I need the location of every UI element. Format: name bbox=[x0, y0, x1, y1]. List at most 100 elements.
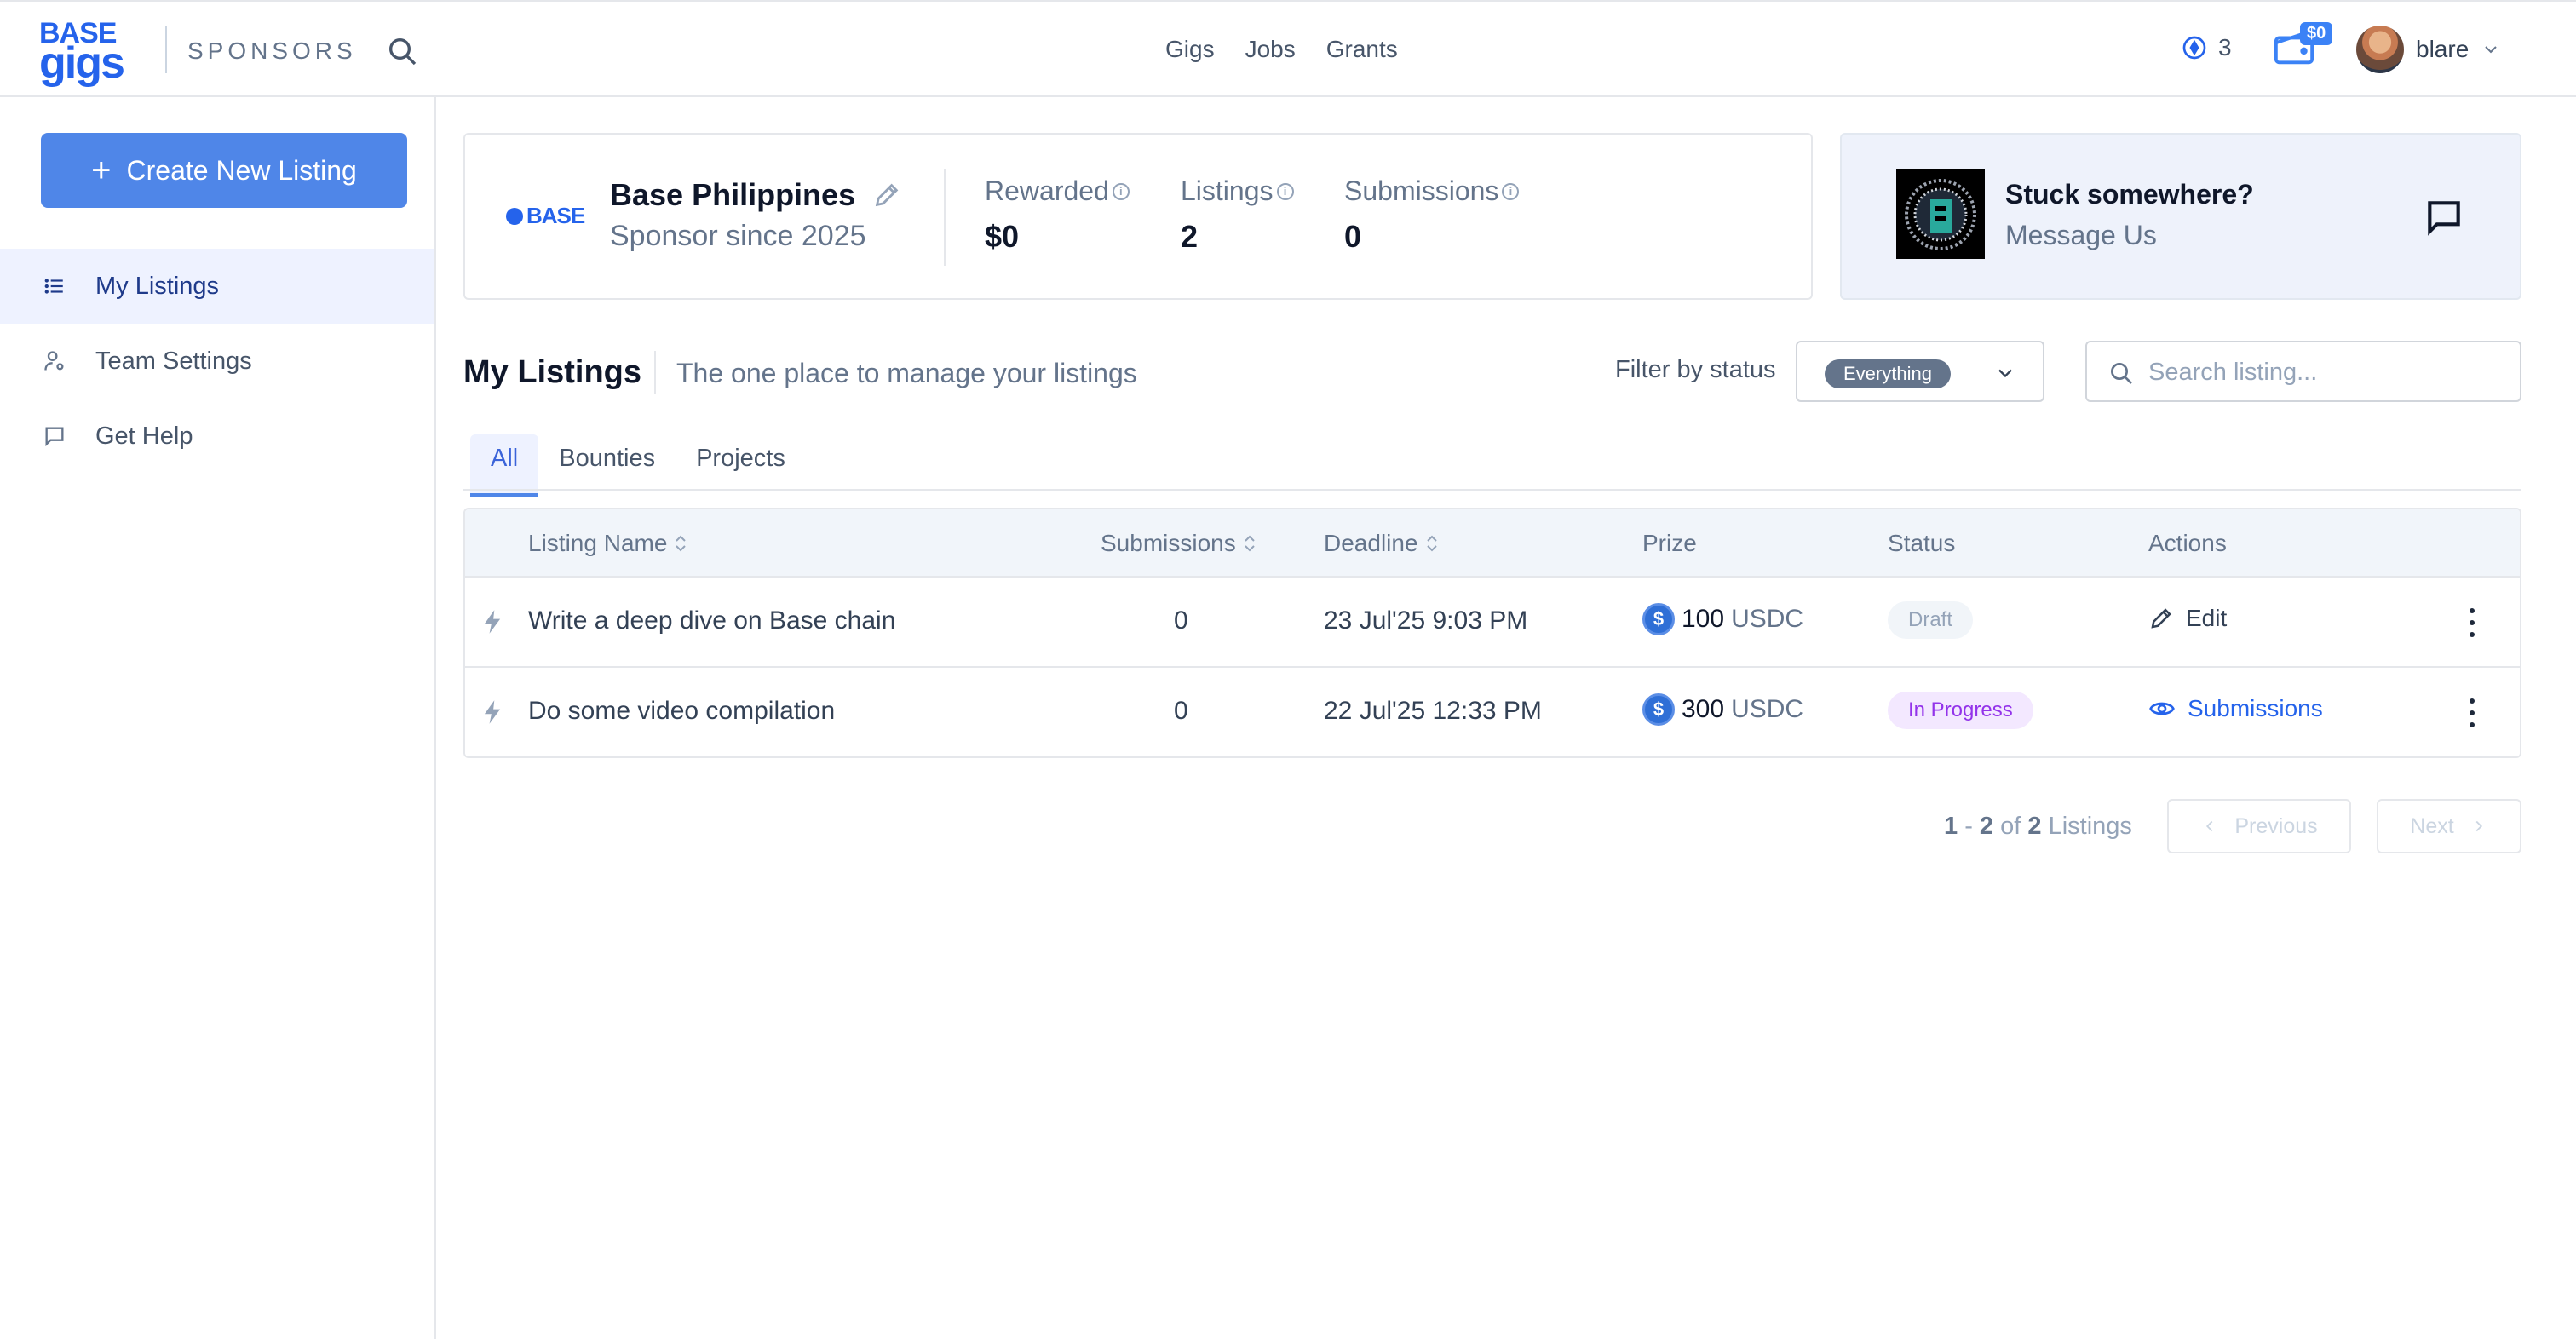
search-icon bbox=[2111, 363, 2132, 384]
nav-link-grants[interactable]: Grants bbox=[1326, 36, 1398, 63]
listing-deadline: 23 Jul'25 9:03 PM bbox=[1324, 606, 1528, 635]
search-listing-box bbox=[2085, 341, 2521, 402]
sidebar-item-team-settings[interactable]: Team Settings bbox=[0, 324, 434, 399]
edit-button[interactable]: Edit bbox=[2148, 605, 2227, 632]
stat-label: Rewarded bbox=[985, 175, 1109, 206]
column-header-listing-name[interactable]: Listing Name bbox=[528, 530, 687, 557]
points-indicator[interactable]: 3 bbox=[2181, 34, 2232, 61]
table-header: Listing Name Submissions Deadline Prize … bbox=[465, 509, 2520, 578]
stat-value: 0 bbox=[1344, 219, 1362, 254]
column-header-submissions[interactable]: Submissions bbox=[1101, 530, 1256, 557]
create-new-listing-button[interactable]: + Create New Listing bbox=[41, 133, 407, 208]
sponsor-name: Base Philippines bbox=[610, 177, 856, 212]
column-header-label: Listing Name bbox=[528, 530, 668, 556]
previous-page-button[interactable]: Previous bbox=[2167, 799, 2351, 853]
chevron-down-icon bbox=[1998, 369, 2012, 378]
stat-label: Submissions bbox=[1344, 175, 1499, 206]
column-header-deadline[interactable]: Deadline bbox=[1324, 530, 1439, 557]
tab-bounties[interactable]: Bounties bbox=[538, 434, 676, 493]
listing-tabs: All Bounties Projects bbox=[470, 434, 806, 497]
search-listing-input[interactable] bbox=[2148, 351, 2506, 394]
table-row[interactable]: Do some video compilation 0 22 Jul'25 12… bbox=[465, 668, 2520, 756]
chevron-down-icon bbox=[2485, 46, 2497, 54]
tab-all[interactable]: All bbox=[470, 434, 539, 497]
prize-amount: 100 bbox=[1682, 605, 1725, 633]
logo-line-gigs: gigs bbox=[39, 38, 125, 88]
sidebar: + Create New Listing My Listings Team Se… bbox=[0, 97, 436, 1339]
stat-submissions: Submissions i 0 bbox=[1344, 175, 1520, 255]
tabs-divider bbox=[463, 489, 2521, 491]
listing-name[interactable]: Do some video compilation bbox=[528, 697, 835, 726]
total-count: 2 bbox=[2027, 813, 2042, 840]
eye-icon bbox=[2149, 702, 2175, 715]
next-label: Next bbox=[2410, 813, 2454, 838]
items-label: Listings bbox=[2048, 813, 2132, 840]
usdc-coin-icon: $ bbox=[1642, 603, 1675, 635]
prize-currency: USDC bbox=[1731, 695, 1804, 723]
sidebar-item-label: My Listings bbox=[95, 272, 220, 300]
sort-icon bbox=[674, 533, 687, 554]
column-header-prize: Prize bbox=[1642, 530, 1697, 556]
sponsor-card: BASE Base Philippines Sponsor since 2025… bbox=[463, 133, 1813, 300]
of-label: of bbox=[2000, 813, 2021, 840]
column-header-status: Status bbox=[1888, 530, 1956, 556]
table-row[interactable]: Write a deep dive on Base chain 0 23 Jul… bbox=[465, 578, 2520, 668]
user-cog-icon bbox=[41, 348, 68, 375]
status-filter-select[interactable]: Everything bbox=[1796, 341, 2044, 402]
listing-submissions: 0 bbox=[1174, 697, 1188, 725]
message-icon bbox=[41, 422, 68, 450]
usdc-coin-icon: $ bbox=[1642, 693, 1675, 726]
listing-submissions: 0 bbox=[1174, 606, 1188, 635]
wallet-balance-badge: $0 bbox=[2300, 22, 2333, 45]
page-subtitle: The one place to manage your listings bbox=[676, 358, 1137, 388]
info-icon[interactable]: i bbox=[1276, 182, 1294, 200]
page-title: My Listings bbox=[463, 354, 642, 390]
tab-projects[interactable]: Projects bbox=[676, 434, 806, 493]
range-start: 1 bbox=[1944, 813, 1958, 840]
listing-name[interactable]: Write a deep dive on Base chain bbox=[528, 606, 895, 635]
sort-icon bbox=[1425, 533, 1439, 554]
range-end: 2 bbox=[1979, 813, 1994, 840]
nav-link-jobs[interactable]: Jobs bbox=[1245, 36, 1296, 63]
status-badge: Draft bbox=[1888, 601, 1974, 639]
previous-label: Previous bbox=[2234, 813, 2318, 838]
more-options-icon[interactable] bbox=[2464, 698, 2481, 727]
listing-deadline: 22 Jul'25 12:33 PM bbox=[1324, 697, 1542, 725]
pencil-icon[interactable] bbox=[872, 181, 901, 210]
basegigs-logo[interactable]: BASE gigs bbox=[39, 15, 145, 88]
search-icon[interactable] bbox=[385, 34, 419, 68]
sidebar-item-my-listings[interactable]: My Listings bbox=[0, 249, 434, 324]
stat-rewarded: Rewarded i $0 bbox=[985, 175, 1130, 255]
bolt-icon bbox=[484, 610, 501, 634]
points-icon bbox=[2182, 36, 2206, 60]
sidebar-item-label: Team Settings bbox=[95, 347, 252, 375]
support-avatar-image bbox=[1896, 169, 1985, 259]
sidebar-item-get-help[interactable]: Get Help bbox=[0, 399, 434, 474]
pagination-info: 1 - 2 of 2 Listings bbox=[1944, 813, 2132, 840]
user-menu[interactable]: blare bbox=[2356, 26, 2501, 73]
listings-table: Listing Name Submissions Deadline Prize … bbox=[463, 508, 2521, 758]
sponsor-logo-dot bbox=[506, 207, 523, 225]
chat-icon[interactable] bbox=[2423, 196, 2465, 238]
help-title: Stuck somewhere? bbox=[2005, 179, 2254, 210]
create-new-listing-label: Create New Listing bbox=[126, 154, 357, 186]
info-icon[interactable]: i bbox=[1502, 182, 1520, 200]
sponsor-since: Sponsor since 2025 bbox=[610, 220, 866, 252]
status-badge: In Progress bbox=[1888, 692, 2033, 729]
card-divider bbox=[944, 169, 946, 266]
help-card[interactable]: Stuck somewhere? Message Us bbox=[1840, 133, 2521, 300]
stat-label: Listings bbox=[1181, 175, 1274, 206]
sponsor-logo-text: BASE bbox=[526, 203, 585, 228]
view-submissions-button[interactable]: Submissions bbox=[2148, 695, 2323, 722]
more-options-icon[interactable] bbox=[2464, 608, 2481, 637]
top-navbar: BASE gigs SPONSORS Gigs Jobs Grants 3 $0… bbox=[0, 3, 2576, 97]
edit-label: Edit bbox=[2186, 605, 2228, 631]
sponsor-logo: BASE bbox=[506, 203, 585, 229]
next-page-button[interactable]: Next bbox=[2377, 799, 2521, 853]
nav-link-gigs[interactable]: Gigs bbox=[1165, 36, 1215, 63]
username: blare bbox=[2416, 36, 2470, 62]
help-subtitle[interactable]: Message Us bbox=[2005, 220, 2157, 251]
info-icon[interactable]: i bbox=[1112, 182, 1130, 200]
sort-icon bbox=[1243, 533, 1256, 554]
bolt-icon bbox=[484, 700, 501, 724]
